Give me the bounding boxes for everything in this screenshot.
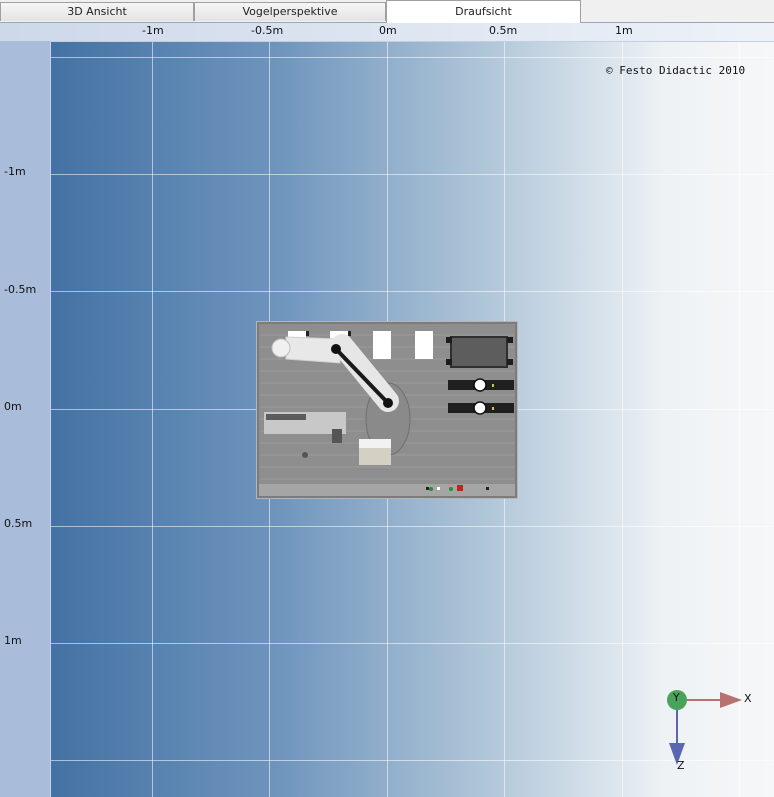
gripper-station	[450, 336, 508, 368]
x-tick-label: -0.5m	[251, 24, 284, 37]
part-magazine	[373, 331, 391, 359]
ruler-left	[0, 41, 51, 797]
robot-joint	[383, 398, 393, 408]
grid-line-vertical	[622, 23, 623, 797]
copyright-text: © Festo Didactic 2010	[606, 64, 746, 77]
grid-line-vertical	[152, 23, 153, 797]
y-tick-label: 0.5m	[4, 517, 33, 530]
handling-actuator	[332, 429, 342, 443]
workpiece	[473, 378, 487, 392]
tab-top-view[interactable]: Draufsicht	[386, 0, 581, 23]
y-tick-label: 0m	[4, 400, 22, 413]
tab-3d-view[interactable]: 3D Ansicht	[0, 2, 194, 21]
robot-gripper	[271, 338, 291, 358]
grid-line-horizontal	[0, 526, 774, 527]
x-tick-label: 1m	[615, 24, 633, 37]
ruler-top: -1m -0.5m 0m 0.5m 1m	[0, 23, 774, 42]
grid-line-horizontal	[0, 643, 774, 644]
axis-gizmo: X Y Z	[667, 690, 752, 772]
y-tick-label: 1m	[4, 634, 22, 647]
top-view-viewport[interactable]: -1m -0.5m 0m 0.5m 1m -1m -0.5m 0m 0.5m 1…	[0, 23, 774, 797]
workpiece	[473, 401, 487, 415]
part-magazine	[415, 331, 433, 359]
grid-line-horizontal	[0, 760, 774, 761]
front-rail	[259, 484, 515, 496]
view-tab-bar: 3D Ansicht Vogelperspektive Draufsicht	[0, 0, 774, 23]
axis-label-y: Y	[672, 691, 680, 704]
x-tick-label: 0m	[379, 24, 397, 37]
grid-line-vertical	[739, 23, 740, 797]
x-tick-label: 0.5m	[489, 24, 518, 37]
robot-workstation[interactable]	[256, 321, 518, 499]
grid-line-horizontal	[0, 174, 774, 175]
grid-line-horizontal	[0, 57, 774, 58]
sensor	[302, 452, 308, 458]
axis-label-x: X	[744, 692, 752, 705]
robot-joint	[331, 344, 341, 354]
y-tick-label: -1m	[4, 165, 26, 178]
tab-birds-eye-view[interactable]: Vogelperspektive	[194, 2, 386, 21]
axis-label-z: Z	[677, 759, 685, 772]
x-axis-arrow	[720, 692, 742, 708]
x-tick-label: -1m	[142, 24, 164, 37]
grid-line-horizontal	[0, 291, 774, 292]
y-tick-label: -0.5m	[4, 283, 37, 296]
